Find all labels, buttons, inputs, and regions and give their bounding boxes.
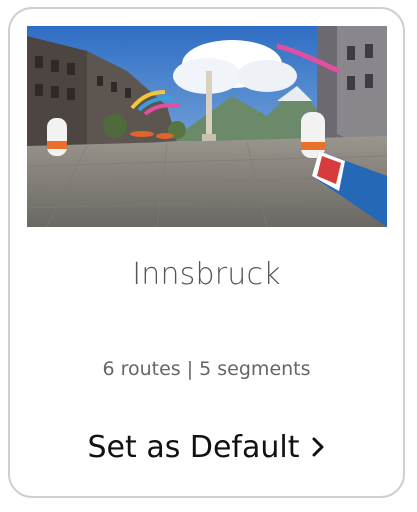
world-card[interactable]: Innsbruck 6 routes | 5 segments Set as D… <box>8 7 405 498</box>
set-as-default-button[interactable]: Set as Default <box>70 425 343 469</box>
chevron-right-icon <box>312 437 324 457</box>
world-title: Innsbruck <box>132 257 281 292</box>
world-stats: 6 routes | 5 segments <box>102 358 311 380</box>
world-thumbnail-image <box>27 26 387 227</box>
set-as-default-label: Set as Default <box>87 429 300 465</box>
